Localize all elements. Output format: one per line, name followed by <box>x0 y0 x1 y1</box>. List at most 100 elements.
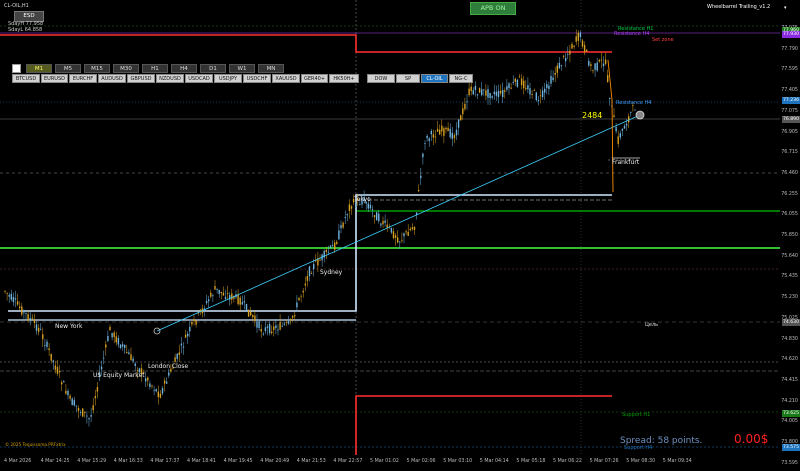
symbol-dow-button[interactable]: DOW <box>367 74 395 83</box>
symbol-gbpusd-button[interactable]: GBPUSD <box>127 74 155 83</box>
candle-body <box>436 128 439 132</box>
price-marker-box: 73.625 <box>782 410 800 417</box>
candle-body <box>48 348 50 351</box>
time-tick-label: 5 Mar 07:26 <box>589 459 619 464</box>
panel-checkbox[interactable] <box>12 64 21 73</box>
candle-body <box>37 327 40 332</box>
candle-body <box>478 88 481 93</box>
candle-body <box>109 327 111 331</box>
us-equity-label: US Equity Market <box>93 372 145 379</box>
timeframe-m1-button[interactable]: M1 <box>26 64 52 73</box>
candle-body <box>119 344 122 348</box>
candle-body <box>220 291 222 294</box>
candle-body <box>409 228 411 231</box>
candle-body <box>8 294 10 297</box>
candle-body <box>418 189 420 192</box>
price-tick-label: 76.460 <box>781 170 798 176</box>
target-label: Цель <box>645 322 659 328</box>
timeframe-h1-button[interactable]: H1 <box>142 64 168 73</box>
candle-body <box>602 63 605 67</box>
candle-body <box>504 90 506 92</box>
candle-body <box>287 321 290 324</box>
candle-body <box>514 78 516 82</box>
candle-body <box>630 112 632 113</box>
candle-body <box>550 75 552 84</box>
candle-body <box>565 57 567 62</box>
candle-body <box>306 276 309 281</box>
time-tick-label: 5 Mar 09:34 <box>662 459 692 464</box>
symbol-eurchf-button[interactable]: EURCHF <box>69 74 97 83</box>
candle-body <box>464 103 466 110</box>
candle-body <box>69 395 71 399</box>
candle-body <box>331 245 334 247</box>
price-tick-label: 75.850 <box>781 233 798 238</box>
timeframe-m15-button[interactable]: M15 <box>84 64 110 73</box>
symbol-nzdusd-button[interactable]: NZDUSD <box>156 74 184 83</box>
symbol-usdcad-button[interactable]: USDCAD <box>185 74 213 83</box>
candle-body <box>394 235 397 238</box>
time-tick-label: 4 Mar 18:41 <box>187 459 216 464</box>
apb-toggle-button[interactable]: APB ON <box>470 2 516 15</box>
candle-body <box>628 116 630 123</box>
candle-body <box>250 311 252 316</box>
candle-body <box>193 319 195 322</box>
candle-body <box>29 318 31 321</box>
symbol-sp-button[interactable]: SP <box>396 74 420 83</box>
symbol-usdjpy-button[interactable]: USDJPY <box>214 74 242 83</box>
candle-body <box>623 125 626 129</box>
new-york-label: New York <box>55 323 83 330</box>
candle-body <box>82 408 84 417</box>
candle-body <box>474 86 477 91</box>
candle-body <box>79 411 82 413</box>
candle-body <box>460 115 462 121</box>
candle-body <box>58 370 61 373</box>
candle-body <box>310 273 313 274</box>
candle-body <box>462 108 464 115</box>
symbol-btcusd-button[interactable]: BTCUSD <box>12 74 40 83</box>
timeframe-w1-button[interactable]: W1 <box>229 64 255 73</box>
candle-body <box>544 88 546 93</box>
candle-body <box>424 143 426 145</box>
candle-body <box>558 62 561 69</box>
price-tick-label: 77.790 <box>781 46 798 52</box>
candle-body <box>481 89 483 96</box>
timeframe-m5-button[interactable]: M5 <box>55 64 81 73</box>
candle-body <box>592 70 594 72</box>
symbol-hk50ft-button[interactable]: HK50ft+ <box>329 74 359 83</box>
price-marker-box: 77.236 <box>782 97 800 104</box>
symbol-usdchf-button[interactable]: USDCHF <box>243 74 271 83</box>
candle-body <box>113 332 115 338</box>
candle-body <box>100 366 103 370</box>
timeframe-mn-button[interactable]: MN <box>258 64 284 73</box>
timeframe-h4-button[interactable]: H4 <box>171 64 197 73</box>
candle-body <box>46 341 48 347</box>
candle-body <box>33 319 36 323</box>
time-tick-label: 5 Mar 01:02 <box>370 459 399 464</box>
candle-body <box>420 175 422 179</box>
price-tick-label: 75.640 <box>781 253 798 259</box>
candle-body <box>573 45 575 48</box>
candle-body <box>615 126 617 132</box>
candle-body <box>338 230 340 240</box>
candle-body <box>94 396 96 399</box>
candle-body <box>535 92 537 101</box>
symbol-cloil-button[interactable]: CL-OIL <box>421 74 448 83</box>
candle-body <box>355 203 357 207</box>
symbol-xauusd-button[interactable]: XAUUSD <box>272 74 300 83</box>
candle-body <box>130 354 132 361</box>
candle-body <box>445 127 447 130</box>
candle-body <box>575 36 577 42</box>
symbol-ger40-button[interactable]: GER40+ <box>301 74 328 83</box>
candle-body <box>86 415 88 417</box>
symbol-eurusd-button[interactable]: EURUSD <box>41 74 68 83</box>
candle-body <box>218 289 220 294</box>
candle-body <box>65 390 67 394</box>
symbol-audusd-button[interactable]: AUDUSD <box>98 74 126 83</box>
timeframe-d1-button[interactable]: D1 <box>200 64 226 73</box>
candle-body <box>14 298 17 300</box>
candle-body <box>214 286 216 290</box>
time-tick-label: 4 Mar 17:37 <box>150 459 180 464</box>
candle-body <box>294 315 296 317</box>
symbol-ngc-button[interactable]: NG-C <box>449 74 473 83</box>
timeframe-m30-button[interactable]: M30 <box>113 64 139 73</box>
